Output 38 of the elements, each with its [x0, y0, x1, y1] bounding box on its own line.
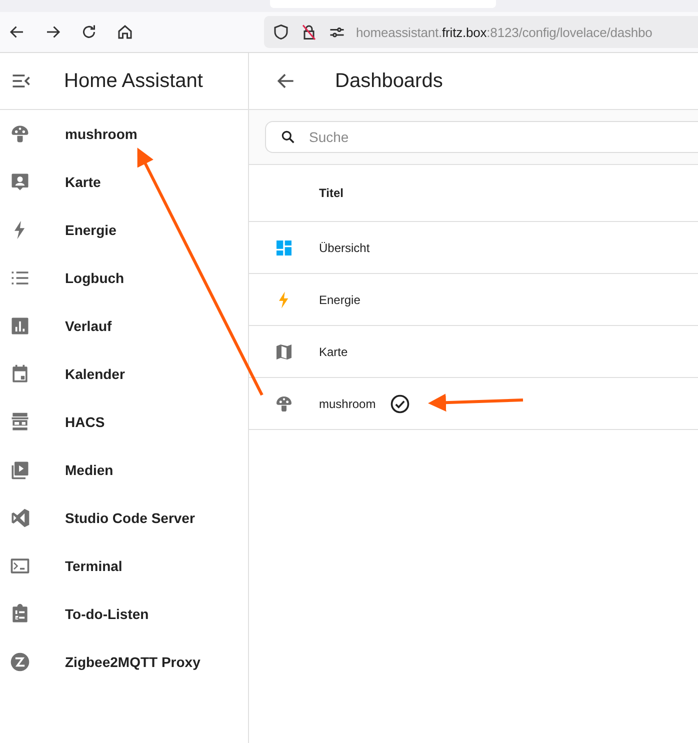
table-row[interactable]: Karte — [249, 326, 698, 378]
sidebar-item[interactable]: Medien — [0, 446, 248, 494]
zigbee-icon — [9, 651, 31, 673]
person-icon — [9, 171, 31, 193]
mushroom-icon — [9, 123, 31, 145]
media-icon — [9, 459, 31, 481]
chart-icon — [9, 315, 31, 337]
reload-icon[interactable] — [80, 23, 98, 41]
table-row[interactable]: Übersicht — [249, 222, 698, 274]
home-icon[interactable] — [116, 23, 134, 41]
sidebar-item[interactable]: mushroom — [0, 110, 248, 158]
sidebar-item[interactable]: HACS — [0, 398, 248, 446]
address-bar[interactable]: homeassistant.fritz.box:8123/config/lovelace/dashbo — [264, 16, 698, 48]
column-header[interactable]: Titel — [319, 186, 344, 200]
sidebar-item[interactable]: To-do-Listen — [0, 590, 248, 638]
sidebar-item[interactable]: Terminal — [0, 542, 248, 590]
sidebar-item[interactable]: Logbuch — [0, 254, 248, 302]
code-icon — [9, 507, 31, 529]
dashboard-title: Karte — [319, 344, 348, 358]
sidebar-item[interactable]: Kalender — [0, 350, 248, 398]
sidebar-item[interactable]: Studio Code Server — [0, 494, 248, 542]
sidebar-item[interactable]: Zigbee2MQTT Proxy — [0, 638, 248, 686]
search-icon — [280, 129, 296, 145]
crossed-lock-icon[interactable] — [300, 23, 318, 41]
page-title: Dashboards — [335, 70, 443, 92]
search-field[interactable]: Suche — [265, 121, 698, 153]
sidebar-item[interactable]: Verlauf — [0, 302, 248, 350]
dashboard-title: mushroom — [319, 396, 376, 410]
table-row[interactable]: mushroom — [249, 378, 698, 430]
sidebar-item[interactable]: Energie — [0, 206, 248, 254]
dashboard-title: Energie — [319, 292, 360, 306]
table-row[interactable]: Energie — [249, 274, 698, 326]
dashboard-title: Übersicht — [319, 240, 370, 254]
url-text: homeassistant.fritz.box:8123/config/lovelace/dashbo — [356, 24, 652, 40]
shield-icon[interactable] — [272, 23, 290, 41]
app-title: Home Assistant — [64, 70, 203, 92]
hacs-icon — [9, 411, 31, 433]
sidebar-item[interactable]: Karte — [0, 158, 248, 206]
